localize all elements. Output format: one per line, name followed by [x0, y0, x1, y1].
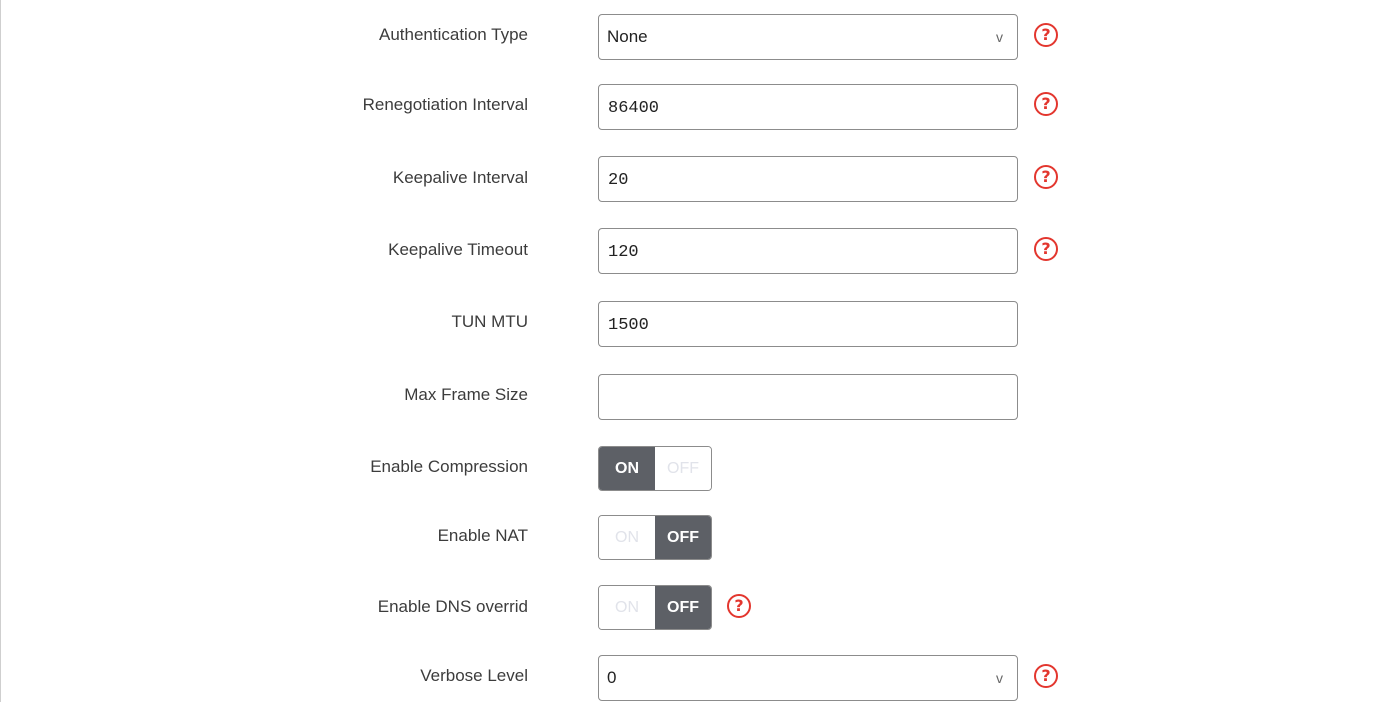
tun-mtu-label: TUN MTU	[451, 312, 528, 331]
keepalive-interval-input[interactable]: 20	[598, 156, 1018, 202]
help-icon[interactable]: ?	[1034, 664, 1058, 688]
toggle-off-segment[interactable]: OFF	[655, 586, 711, 629]
max-frame-size-input[interactable]	[598, 374, 1018, 420]
chevron-down-icon: v	[996, 29, 1003, 45]
enable-compression-label: Enable Compression	[370, 457, 528, 476]
keepalive-timeout-input[interactable]: 120	[598, 228, 1018, 274]
authentication-type-select[interactable]: None v	[598, 14, 1018, 60]
keepalive-timeout-value: 120	[608, 243, 639, 262]
help-icon[interactable]: ?	[1034, 92, 1058, 116]
toggle-on-segment[interactable]: ON	[599, 516, 655, 559]
toggle-on-segment[interactable]: ON	[599, 447, 655, 490]
chevron-down-icon: v	[996, 670, 1003, 686]
keepalive-timeout-label: Keepalive Timeout	[388, 240, 528, 259]
max-frame-size-label: Max Frame Size	[404, 385, 528, 404]
help-icon[interactable]: ?	[727, 594, 751, 618]
authentication-type-label: Authentication Type	[378, 25, 528, 44]
verbose-level-value: 0	[607, 668, 617, 687]
toggle-on-segment[interactable]: ON	[599, 586, 655, 629]
keepalive-interval-value: 20	[608, 171, 629, 190]
enable-nat-label: Enable NAT	[437, 526, 528, 545]
enable-compression-toggle[interactable]: ON OFF	[598, 446, 712, 491]
enable-dns-override-label: Enable DNS overrid	[377, 597, 528, 616]
tun-mtu-value: 1500	[608, 316, 649, 335]
verbose-level-select[interactable]: 0 v	[598, 655, 1018, 701]
tun-mtu-input[interactable]: 1500	[598, 301, 1018, 347]
renegotiation-interval-value: 86400	[608, 99, 660, 118]
keepalive-interval-label: Keepalive Interval	[392, 168, 528, 187]
toggle-off-segment[interactable]: OFF	[655, 516, 711, 559]
renegotiation-interval-label: Renegotiation Interval	[362, 95, 528, 114]
help-icon[interactable]: ?	[1034, 23, 1058, 47]
help-icon[interactable]: ?	[1034, 165, 1058, 189]
toggle-off-segment[interactable]: OFF	[655, 447, 711, 490]
authentication-type-value: None	[607, 27, 648, 46]
renegotiation-interval-input[interactable]: 86400	[598, 84, 1018, 130]
enable-dns-override-toggle[interactable]: ON OFF	[598, 585, 712, 630]
help-icon[interactable]: ?	[1034, 237, 1058, 261]
verbose-level-label: Verbose Level	[420, 666, 528, 685]
settings-form: Authentication Type None v ? Renegotiati…	[0, 0, 1397, 702]
enable-nat-toggle[interactable]: ON OFF	[598, 515, 712, 560]
